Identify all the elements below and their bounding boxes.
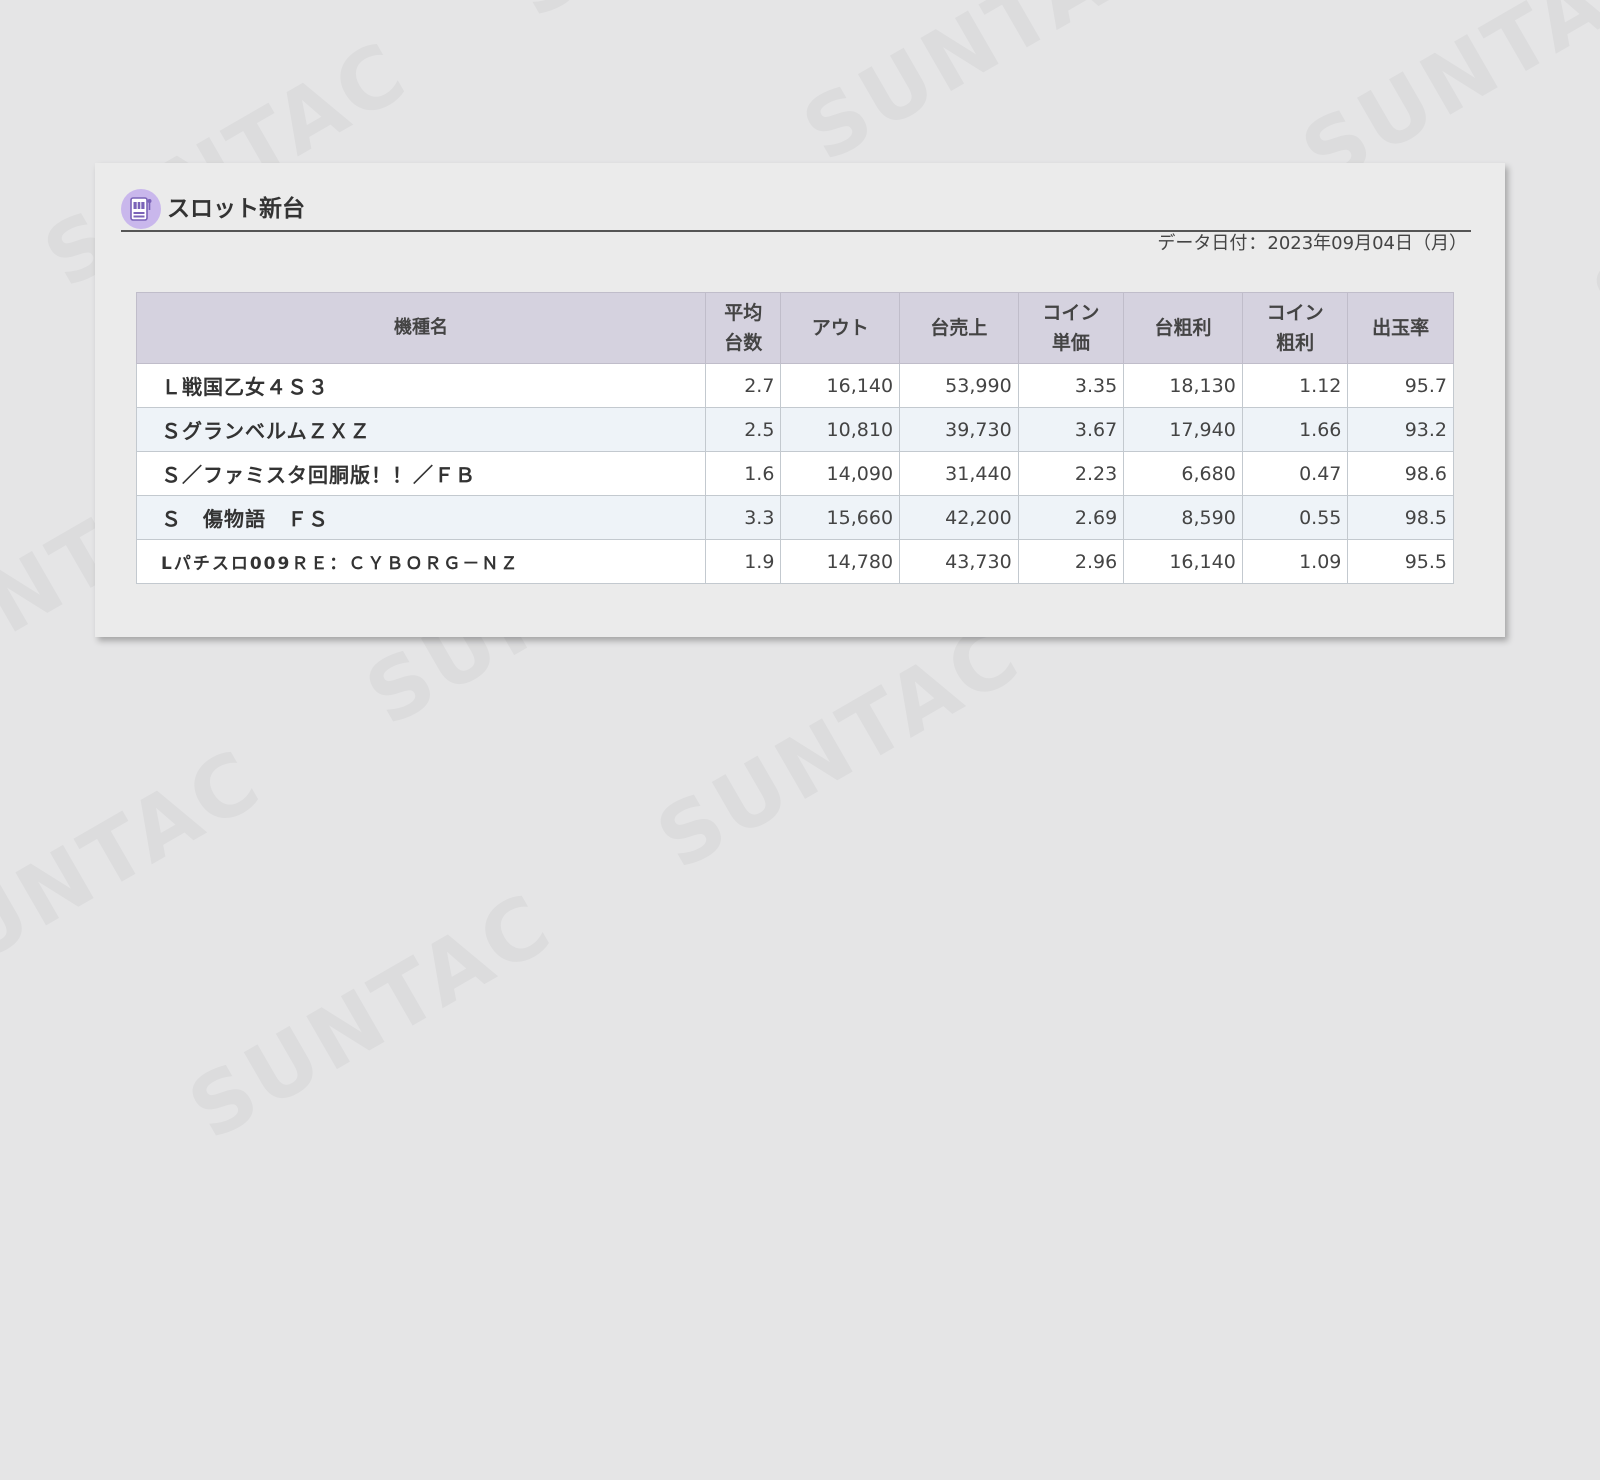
- coin-price-value: 2.96: [1017, 539, 1125, 584]
- sales-value: 53,990: [899, 363, 1019, 408]
- coin-price-value: 3.67: [1017, 407, 1125, 452]
- machine-name: Ｓ 傷物語 ＦＳ: [135, 495, 707, 540]
- slot-machine-icon: [121, 189, 161, 229]
- gross-profit-value: 6,680: [1123, 451, 1243, 496]
- header-coin-price: コイン 単価: [1017, 292, 1125, 364]
- table-row: Ｓ／ファミスタ回胴版！！／ＦＢ 1.6 14,090 31,440 2.23 6…: [135, 451, 1454, 496]
- header-machine-name: 機種名: [135, 292, 707, 364]
- gross-profit-value: 8,590: [1123, 495, 1243, 540]
- avg-units-value: 2.7: [705, 363, 782, 408]
- table-row: ＳグランベルムＺＸＺ 2.5 10,810 39,730 3.67 17,940…: [135, 407, 1454, 452]
- slot-new-machines-card: スロット新台 データ日付：2023年09月04日（月） 機種名 平均 台数 アウト…: [95, 163, 1505, 637]
- section-title: スロット新台: [167, 196, 305, 222]
- out-value: 15,660: [780, 495, 901, 540]
- avg-units-value: 1.6: [705, 451, 782, 496]
- payout-rate-value: 95.7: [1347, 363, 1454, 408]
- out-value: 14,090: [780, 451, 901, 496]
- avg-units-value: 2.5: [705, 407, 782, 452]
- payout-rate-value: 98.6: [1347, 451, 1454, 496]
- header-avg-units: 平均 台数: [705, 292, 782, 364]
- machine-name: Ｓ／ファミスタ回胴版！！／ＦＢ: [135, 451, 707, 496]
- data-date-label: データ日付: [1157, 233, 1248, 254]
- coin-price-value: 3.35: [1017, 363, 1125, 408]
- gross-profit-value: 17,940: [1123, 407, 1243, 452]
- gross-profit-value: 18,130: [1123, 363, 1243, 408]
- header-out: アウト: [780, 292, 901, 364]
- sales-value: 31,440: [899, 451, 1019, 496]
- table-row: Ｌ戦国乙女４Ｓ３ 2.7 16,140 53,990 3.35 18,130 1…: [135, 363, 1454, 408]
- header-coin-profit: コイン 粗利: [1241, 292, 1349, 364]
- payout-rate-value: 93.2: [1347, 407, 1454, 452]
- coin-profit-value: 0.47: [1241, 451, 1349, 496]
- coin-profit-value: 0.55: [1241, 495, 1349, 540]
- coin-profit-value: 1.09: [1241, 539, 1349, 584]
- table-row: Ｓ 傷物語 ＦＳ 3.3 15,660 42,200 2.69 8,590 0.…: [135, 495, 1454, 540]
- out-value: 10,810: [780, 407, 901, 452]
- header-payout-rate: 出玉率: [1347, 292, 1454, 364]
- data-date-value: 2023年09月04日（月）: [1267, 233, 1467, 254]
- avg-units-value: 1.9: [705, 539, 782, 584]
- out-value: 16,140: [780, 363, 901, 408]
- header-sales: 台売上: [899, 292, 1019, 364]
- gross-profit-value: 16,140: [1123, 539, 1243, 584]
- machine-name: Ｌ戦国乙女４Ｓ３: [135, 363, 707, 408]
- table-header-row: 機種名 平均 台数 アウト 台売上 コイン 単価 台粗利 コイン 粗利 出玉率: [135, 292, 1454, 364]
- machine-name: Lパチスロ009ＲＥ：ＣＹＢＯＲＧ－ＮＺ: [135, 539, 707, 584]
- sales-value: 42,200: [899, 495, 1019, 540]
- payout-rate-value: 95.5: [1347, 539, 1454, 584]
- data-date-separator: ：: [1248, 233, 1267, 254]
- sales-value: 43,730: [899, 539, 1019, 584]
- data-date: データ日付：2023年09月04日（月）: [1157, 232, 1467, 256]
- section-header: スロット新台: [121, 189, 1471, 232]
- out-value: 14,780: [780, 539, 901, 584]
- coin-price-value: 2.23: [1017, 451, 1125, 496]
- sales-value: 39,730: [899, 407, 1019, 452]
- slot-stats-table: 機種名 平均 台数 アウト 台売上 コイン 単価 台粗利 コイン 粗利 出玉率 Ｌ戦国…: [135, 292, 1454, 584]
- header-gross-profit: 台粗利: [1123, 292, 1243, 364]
- table-row: Lパチスロ009ＲＥ：ＣＹＢＯＲＧ－ＮＺ 1.9 14,780 43,730 2…: [135, 539, 1454, 584]
- coin-profit-value: 1.66: [1241, 407, 1349, 452]
- machine-name: ＳグランベルムＺＸＺ: [135, 407, 707, 452]
- coin-price-value: 2.69: [1017, 495, 1125, 540]
- avg-units-value: 3.3: [705, 495, 782, 540]
- coin-profit-value: 1.12: [1241, 363, 1349, 408]
- payout-rate-value: 98.5: [1347, 495, 1454, 540]
